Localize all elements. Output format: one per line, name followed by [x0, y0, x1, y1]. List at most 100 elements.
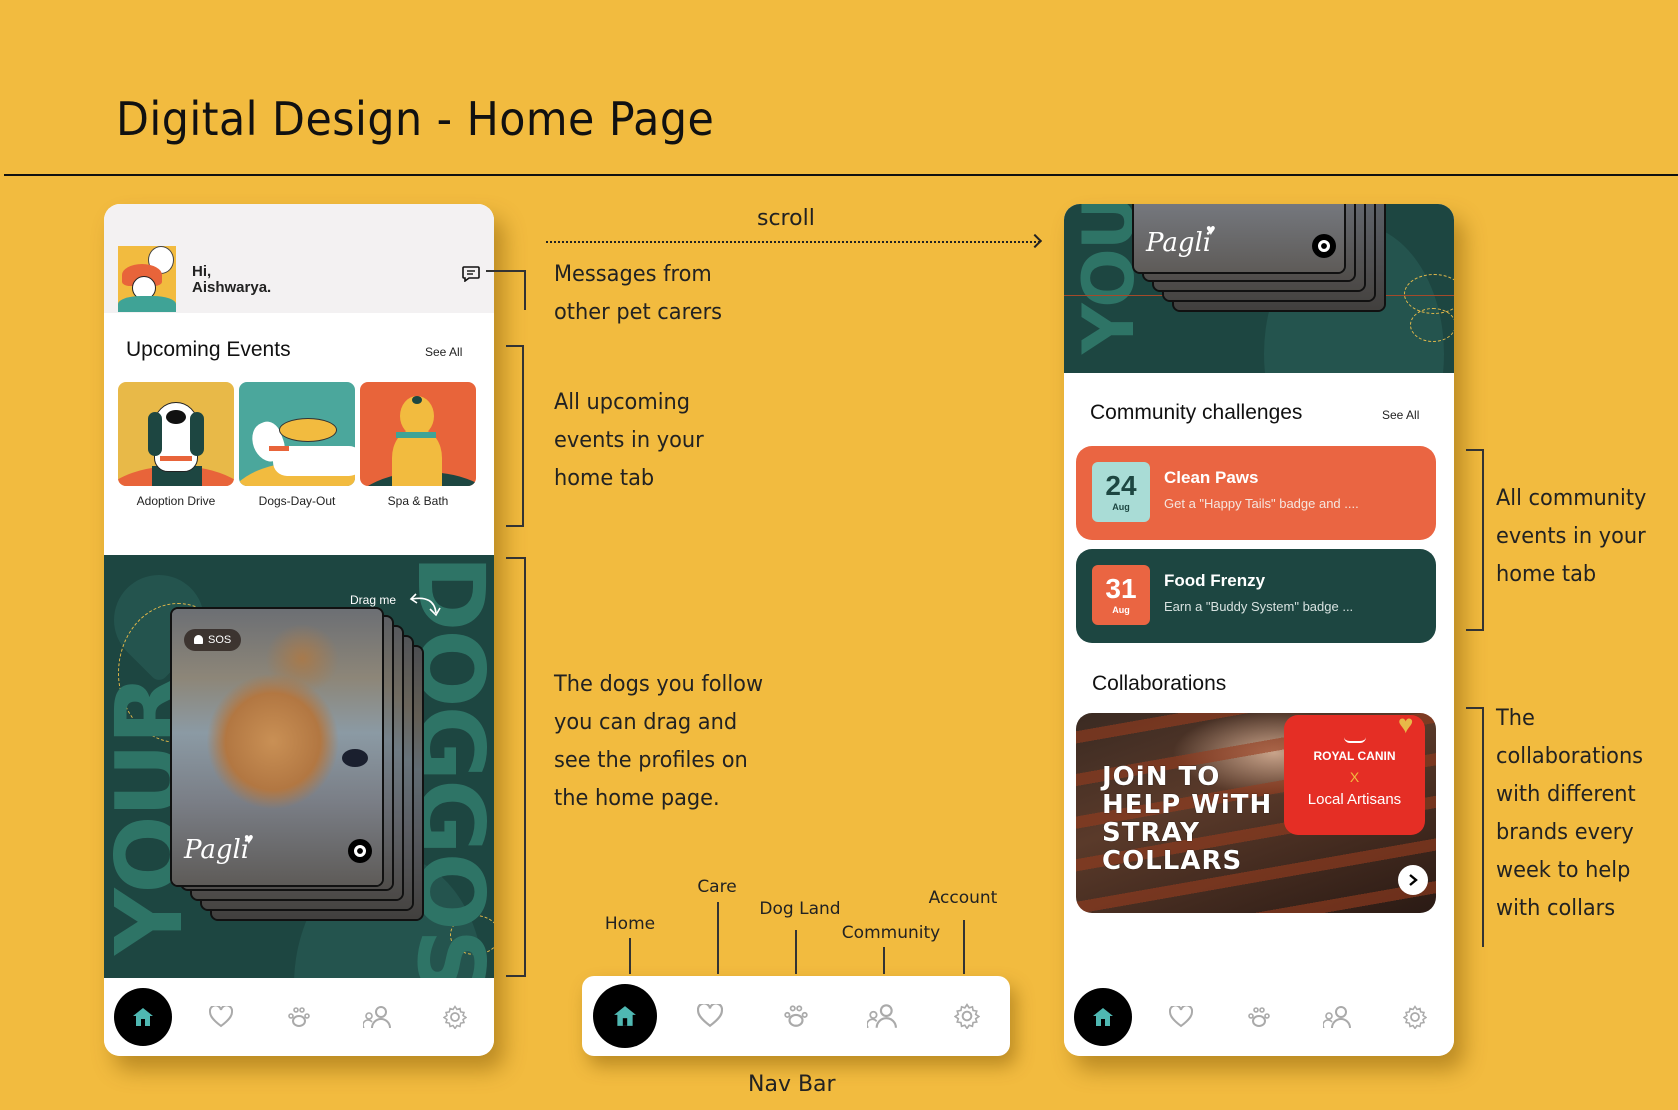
event-label: Spa & Bath: [387, 494, 449, 508]
annotation-upcoming: All upcoming events in your home tab: [554, 390, 704, 491]
nav-label-line: [795, 930, 797, 974]
events-carousel: Adoption Drive Dogs-Day-Out Spa & Bath: [118, 382, 482, 508]
nav-label-home: Home: [604, 914, 656, 934]
event-label: Dogs-Day-Out: [258, 494, 336, 508]
nav-home[interactable]: [104, 988, 182, 1046]
dog-card-pagli[interactable]: Pagli ♥: [1132, 204, 1346, 274]
nav-dog-land[interactable]: [1220, 1005, 1298, 1029]
event-card-spa-bath[interactable]: Spa & Bath: [360, 382, 476, 508]
nav-account[interactable]: [924, 1003, 1010, 1029]
nav-account[interactable]: [416, 1005, 494, 1029]
scroll-arrow: [546, 241, 1040, 243]
avatar[interactable]: [118, 246, 176, 312]
community-challenges-title: Community challenges: [1090, 401, 1303, 424]
nav-dog-land[interactable]: [753, 1003, 839, 1029]
gear-icon: [443, 1005, 467, 1029]
drag-hint: Drag me: [350, 593, 397, 607]
annotation-community: All community events in your home tab: [1496, 486, 1647, 587]
nav-bar-showcase: [582, 976, 1010, 1056]
home-screen-top: Hi, Aishwarya. Upcoming Events See All A…: [104, 204, 494, 1056]
scroll-arrow-head: [1027, 233, 1043, 249]
heart-icon: [1169, 1006, 1193, 1028]
nav-account[interactable]: [1376, 1005, 1454, 1029]
community-icon: [866, 1004, 897, 1028]
challenge-date: 24 Aug: [1092, 462, 1150, 522]
nav-label-line: [629, 938, 631, 974]
home-icon: [1093, 1008, 1113, 1026]
sos-badge[interactable]: SOS: [184, 629, 242, 651]
bottom-nav: [1064, 978, 1454, 1056]
messages-icon[interactable]: [462, 266, 480, 282]
brand-name: ROYAL CANIN: [1313, 749, 1396, 763]
community-bracket: [1466, 449, 1484, 631]
challenge-day: 31: [1105, 573, 1137, 604]
title-divider: [4, 174, 1678, 176]
bottom-nav: [104, 978, 494, 1056]
next-arrow-button[interactable]: [1398, 865, 1428, 895]
challenge-card-clean-paws[interactable]: 24 Aug Clean Paws Get a "Happy Tails" ba…: [1076, 446, 1436, 540]
challenge-date: 31 Aug: [1092, 565, 1150, 625]
nav-care[interactable]: [1142, 1006, 1220, 1028]
nav-label-line: [883, 947, 885, 974]
collaboration-banner[interactable]: JOiN TO HELP WiTH STRAY COLLARS ROYAL CA…: [1076, 713, 1436, 913]
nav-label-community: Community: [841, 923, 941, 943]
chevron-right-icon: [1409, 874, 1418, 886]
scroll-label: scroll: [757, 206, 815, 231]
challenge-day: 24: [1105, 470, 1137, 501]
challenge-month: Aug: [1112, 605, 1130, 615]
upcoming-see-all-link[interactable]: See All: [425, 345, 462, 359]
challenge-title: Clean Paws: [1164, 468, 1259, 487]
collaborations-title: Collaborations: [1092, 672, 1227, 695]
greeting-hi: Hi,: [192, 263, 212, 280]
heart-icon: [209, 1006, 233, 1028]
nav-label-dog-land: Dog Land: [759, 899, 841, 919]
challenge-title: Food Frenzy: [1164, 571, 1266, 590]
nav-care[interactable]: [182, 1006, 260, 1028]
nav-label-account: Account: [928, 888, 998, 908]
nav-care[interactable]: [668, 1004, 754, 1028]
curved-arrow-icon: [409, 593, 441, 617]
event-image: [360, 382, 476, 486]
challenge-month: Aug: [1112, 502, 1130, 512]
heart-icon: ♥: [244, 831, 254, 848]
greeting-username: Aishwarya.: [192, 279, 272, 296]
gear-icon: [1403, 1005, 1427, 1029]
nav-home[interactable]: [582, 984, 668, 1048]
view-profile-icon[interactable]: [348, 839, 372, 863]
annotation-dogs: The dogs you follow you can drag and see t…: [554, 672, 764, 811]
dog-card-pagli[interactable]: SOS Pagli ♥: [170, 607, 384, 887]
paw-icon: [784, 1005, 808, 1027]
app-header: Hi, Aishwarya.: [104, 204, 494, 313]
upcoming-events-title: Upcoming Events: [126, 338, 291, 361]
event-card-dogs-day-out[interactable]: Dogs-Day-Out: [239, 382, 355, 508]
challenges-see-all-link[interactable]: See All: [1382, 408, 1419, 422]
paw-icon: [288, 1007, 310, 1027]
your-doggos-section: YOUR DOGGOS Drag me SOS Pagli ♥: [104, 555, 494, 978]
challenge-card-food-frenzy[interactable]: 31 Aug Food Frenzy Earn a "Buddy System"…: [1076, 549, 1436, 643]
your-doggos-section-scrolled: YOU Pagli ♥: [1064, 204, 1454, 373]
annotation-messages: Messages from other pet carers: [554, 262, 723, 325]
home-screen-scrolled: YOU Pagli ♥ Community challenges See All…: [1064, 204, 1454, 1056]
nav-label-line: [717, 902, 719, 974]
event-image: [239, 382, 355, 486]
dog-name: Pagli: [184, 835, 250, 865]
nav-label-line: [963, 920, 965, 974]
nav-home[interactable]: [1064, 988, 1142, 1046]
heart-icon: [697, 1004, 724, 1028]
gear-icon: [954, 1003, 981, 1029]
upcoming-bracket: [506, 345, 524, 527]
event-card-adoption-drive[interactable]: Adoption Drive: [118, 382, 234, 508]
navbar-caption: Nav Bar: [748, 1072, 836, 1097]
nav-community[interactable]: [338, 1006, 416, 1028]
partner-name: Local Artisans: [1307, 791, 1402, 808]
nav-community[interactable]: [1298, 1006, 1376, 1028]
community-icon: [363, 1006, 391, 1028]
greeting: Hi, Aishwarya.: [192, 264, 271, 296]
community-icon: [1323, 1006, 1351, 1028]
challenge-description: Earn a "Buddy System" badge ...: [1164, 599, 1354, 614]
nav-dog-land[interactable]: [260, 1005, 338, 1029]
nav-community[interactable]: [839, 1004, 925, 1028]
view-profile-icon[interactable]: [1312, 234, 1336, 258]
heart-icon: ♥: [1206, 222, 1216, 239]
event-image: [118, 382, 234, 486]
